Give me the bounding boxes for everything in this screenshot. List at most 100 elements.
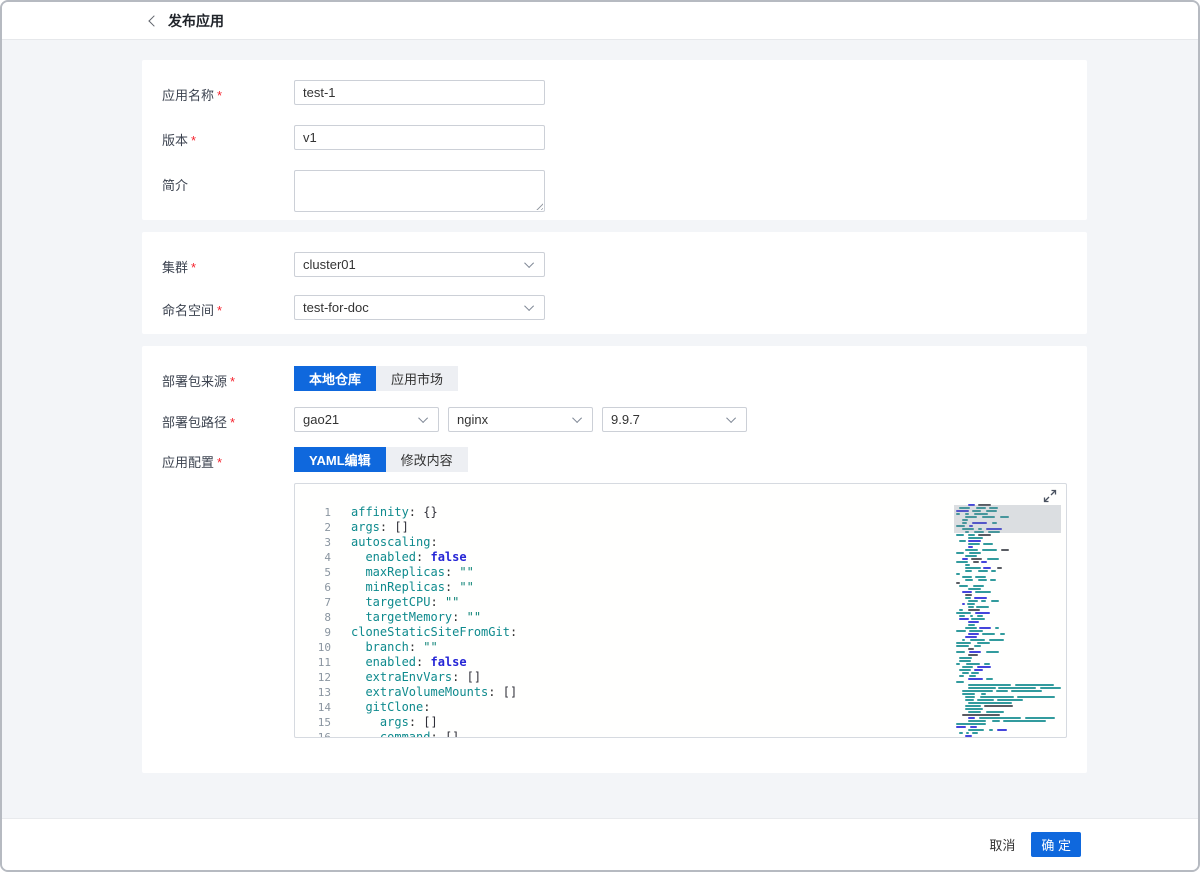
select-value: cluster01 <box>303 257 356 272</box>
app-config-toggle: YAML编辑 修改内容 <box>294 447 468 472</box>
package-source-label: 部署包来源* <box>162 366 294 391</box>
label-text: 版本 <box>162 133 188 148</box>
back-button[interactable] <box>150 17 168 25</box>
line-number: 6 <box>295 580 331 595</box>
code-text: args: [] <box>351 520 409 535</box>
required-mark: * <box>230 415 235 430</box>
line-number: 14 <box>295 700 331 715</box>
line-number: 5 <box>295 565 331 580</box>
cluster-label: 集群* <box>162 252 294 277</box>
label-text: 部署包来源 <box>162 374 227 389</box>
code-line[interactable]: 9cloneStaticSiteFromGit: <box>295 625 1066 640</box>
chevron-down-icon <box>726 413 736 423</box>
line-number: 10 <box>295 640 331 655</box>
cluster-row: 集群* cluster01 <box>162 252 1087 277</box>
code-text: minReplicas: "" <box>351 580 474 595</box>
cluster-select[interactable]: cluster01 <box>294 252 545 277</box>
version-label: 版本* <box>162 125 294 150</box>
line-number: 8 <box>295 610 331 625</box>
version-row: 版本* <box>162 125 1087 150</box>
required-mark: * <box>217 455 222 470</box>
code-line[interactable]: 3autoscaling: <box>295 535 1066 550</box>
code-text: gitClone: <box>351 700 430 715</box>
required-mark: * <box>217 88 222 103</box>
chart-version-select[interactable]: 9.9.7 <box>602 407 747 432</box>
package-path-row: 部署包路径* gao21 nginx 9.9.7 <box>162 407 1087 432</box>
code-line[interactable]: 2args: [] <box>295 520 1066 535</box>
namespace-label: 命名空间* <box>162 295 294 320</box>
code-text: extraVolumeMounts: [] <box>351 685 517 700</box>
yaml-editor-row: 1 affinity: {}2args: []3autoscaling:4 ena… <box>162 483 1087 738</box>
select-value: nginx <box>457 412 488 427</box>
code-line[interactable]: 5 maxReplicas: "" <box>295 565 1066 580</box>
minimap-slider[interactable] <box>954 505 1061 533</box>
footer-bar: 取消 确 定 <box>2 818 1198 870</box>
basic-info-card: 应用名称* 版本* 简介 <box>142 60 1087 220</box>
label-text: 应用名称 <box>162 88 214 103</box>
select-value: test-for-doc <box>303 300 369 315</box>
required-mark: * <box>230 374 235 389</box>
intro-label: 简介 <box>162 170 294 212</box>
line-number: 1 <box>295 505 331 520</box>
label-text: 集群 <box>162 260 188 275</box>
tab-app-market[interactable]: 应用市场 <box>376 366 458 391</box>
app-config-row: 应用配置* YAML编辑 修改内容 <box>162 447 1087 472</box>
label-text: 命名空间 <box>162 303 214 318</box>
code-text: enabled: false <box>351 550 467 565</box>
namespace-row: 命名空间* test-for-doc <box>162 295 1087 320</box>
code-text: affinity: {} <box>351 505 438 520</box>
chevron-down-icon <box>524 301 534 311</box>
app-name-input[interactable] <box>294 80 545 105</box>
package-source-row: 部署包来源* 本地仓库 应用市场 <box>162 366 1087 391</box>
page-title: 发布应用 <box>168 11 224 31</box>
package-path-label: 部署包路径* <box>162 407 294 432</box>
code-text: branch: "" <box>351 640 438 655</box>
version-input[interactable] <box>294 125 545 150</box>
code-line[interactable]: 11 enabled: false <box>295 655 1066 670</box>
app-name-row: 应用名称* <box>162 80 1087 105</box>
code-text: targetCPU: "" <box>351 595 459 610</box>
intro-textarea[interactable] <box>294 170 545 212</box>
confirm-button[interactable]: 确 定 <box>1031 832 1081 857</box>
code-line[interactable]: 16 command: [] <box>295 730 1066 738</box>
tab-yaml-edit[interactable]: YAML编辑 <box>294 447 386 472</box>
code-line[interactable]: 15 args: [] <box>295 715 1066 730</box>
label-text: 部署包路径 <box>162 415 227 430</box>
code-line[interactable]: 6 minReplicas: "" <box>295 580 1066 595</box>
line-number: 7 <box>295 595 331 610</box>
code-line[interactable]: 13 extraVolumeMounts: [] <box>295 685 1066 700</box>
app-config-label: 应用配置* <box>162 447 294 472</box>
code-text: args: [] <box>351 715 438 730</box>
required-mark: * <box>191 133 196 148</box>
namespace-select[interactable]: test-for-doc <box>294 295 545 320</box>
minimap[interactable] <box>954 504 1061 738</box>
expand-icon[interactable] <box>1042 488 1058 504</box>
tab-local-repo[interactable]: 本地仓库 <box>294 366 376 391</box>
code-line[interactable]: 4 enabled: false <box>295 550 1066 565</box>
code-line[interactable]: 14 gitClone: <box>295 700 1066 715</box>
tab-modify-content[interactable]: 修改内容 <box>386 447 468 472</box>
select-value: gao21 <box>303 412 339 427</box>
yaml-editor[interactable]: 1 affinity: {}2args: []3autoscaling:4 ena… <box>294 483 1067 738</box>
chevron-down-icon <box>524 258 534 268</box>
code-line[interactable]: 12 extraEnvVars: [] <box>295 670 1066 685</box>
code-line[interactable]: 1 affinity: {} <box>295 505 1066 520</box>
page-header: 发布应用 <box>2 2 1198 40</box>
code-line[interactable]: 8 targetMemory: "" <box>295 610 1066 625</box>
deploy-card: 部署包来源* 本地仓库 应用市场 部署包路径* gao21 n <box>142 346 1087 773</box>
label-text: 应用配置 <box>162 455 214 470</box>
editor-spacer <box>162 483 294 738</box>
package-source-toggle: 本地仓库 应用市场 <box>294 366 458 391</box>
main-content: 应用名称* 版本* 简介 <box>2 40 1198 818</box>
line-number: 16 <box>295 730 331 738</box>
code-line[interactable]: 10 branch: "" <box>295 640 1066 655</box>
chart-select[interactable]: nginx <box>448 407 593 432</box>
repo-select[interactable]: gao21 <box>294 407 439 432</box>
required-mark: * <box>191 260 196 275</box>
line-number: 11 <box>295 655 331 670</box>
code-line[interactable]: 7 targetCPU: "" <box>295 595 1066 610</box>
editor-lines[interactable]: 1 affinity: {}2args: []3autoscaling:4 ena… <box>295 484 1066 738</box>
line-number: 15 <box>295 715 331 730</box>
cancel-button[interactable]: 取消 <box>989 835 1015 854</box>
cluster-card: 集群* cluster01 命名空间* test-for-doc <box>142 232 1087 334</box>
